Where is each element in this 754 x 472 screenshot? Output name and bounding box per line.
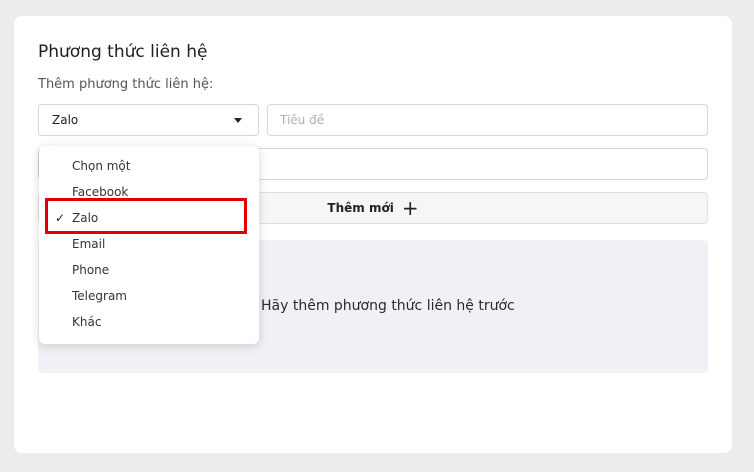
dropdown-option-other[interactable]: Khác <box>39 309 259 335</box>
dropdown-option-label: Phone <box>72 263 110 277</box>
dropdown-option-label: Chọn một <box>72 159 131 173</box>
section-title: Phương thức liên hệ <box>38 42 208 62</box>
checkmark-icon: ✓ <box>55 211 66 225</box>
contact-type-select[interactable]: Zalo <box>38 104 259 136</box>
dropdown-option-label: Telegram <box>72 289 127 303</box>
dropdown-option-phone[interactable]: Phone <box>39 257 259 283</box>
dropdown-option-email[interactable]: Email <box>39 231 259 257</box>
add-contact-label: Thêm phương thức liên hệ: <box>38 77 214 92</box>
dropdown-option-label: Email <box>72 237 106 251</box>
dropdown-option-telegram[interactable]: Telegram <box>39 283 259 309</box>
dropdown-option-label: Khác <box>72 315 102 329</box>
contact-type-selected-value: Zalo <box>52 113 79 127</box>
dropdown-option-label: Zalo <box>72 211 99 225</box>
caret-down-icon <box>234 118 242 123</box>
dropdown-option-choose-one[interactable]: Chọn một <box>39 153 259 179</box>
contact-type-dropdown-menu: Chọn một Facebook ✓ Zalo Email Phone Tel… <box>39 146 259 344</box>
contact-title-input[interactable] <box>267 104 708 136</box>
dropdown-option-label: Facebook <box>72 185 129 199</box>
add-new-button-label: Thêm mới <box>327 201 394 215</box>
dropdown-option-facebook[interactable]: Facebook <box>39 179 259 205</box>
empty-state-message: Hãy thêm phương thức liên hệ trước <box>261 298 515 314</box>
dropdown-option-zalo[interactable]: ✓ Zalo <box>39 205 259 231</box>
plus-icon: + <box>401 196 419 220</box>
